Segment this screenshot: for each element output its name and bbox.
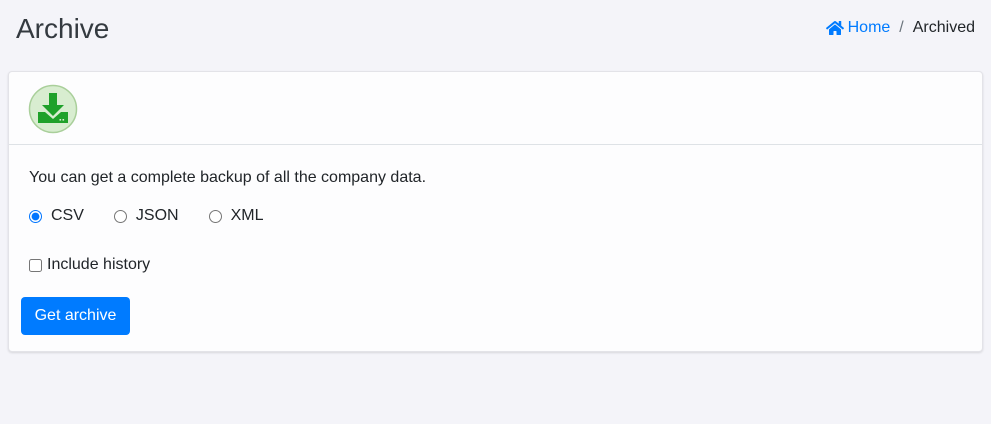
get-archive-button[interactable]: Get archive (21, 297, 130, 335)
intro-text: You can get a complete backup of all the… (29, 169, 427, 186)
format-option-csv[interactable]: CSV (29, 207, 84, 225)
download-icon (28, 84, 78, 134)
format-label-csv: CSV (51, 207, 84, 224)
format-option-xml[interactable]: XML (208, 207, 264, 225)
breadcrumb-separator: / (899, 19, 904, 36)
include-history-checkbox[interactable] (29, 258, 42, 272)
card-header (9, 72, 982, 145)
include-history-label: Include history (47, 256, 151, 273)
format-option-json[interactable]: JSON (113, 207, 179, 225)
breadcrumb-home-link[interactable]: Home (825, 19, 891, 37)
archive-card: You can get a complete backup of all the… (8, 71, 983, 352)
format-radio-csv[interactable] (29, 209, 42, 223)
format-radio-group: CSV JSON XML (29, 207, 293, 225)
include-history-option[interactable]: Include history (29, 256, 150, 274)
page-title: Archive (16, 13, 110, 44)
format-label-json: JSON (135, 207, 179, 224)
home-icon (825, 21, 844, 35)
breadcrumb-current: Archived (912, 19, 975, 36)
page-header: Archive Home / Archived (0, 0, 991, 64)
format-radio-json[interactable] (113, 209, 127, 223)
format-radio-xml[interactable] (208, 209, 222, 223)
format-label-xml: XML (230, 207, 264, 224)
breadcrumb-home-label: Home (847, 19, 891, 36)
breadcrumb: Home / Archived (825, 19, 975, 37)
